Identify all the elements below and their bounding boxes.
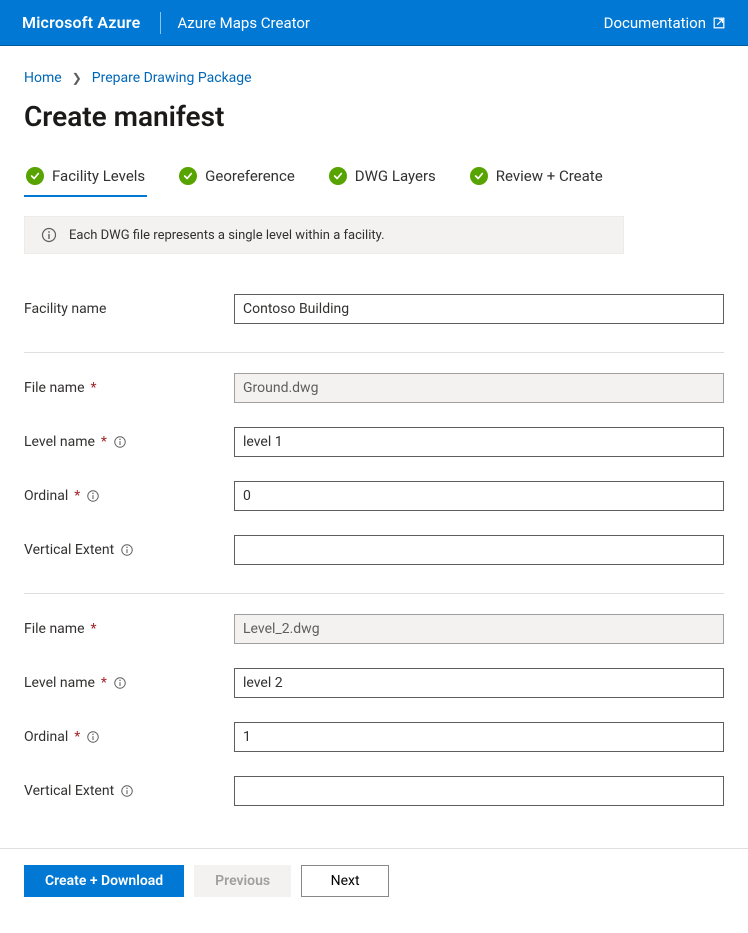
- level-name-label: Level name: [24, 675, 95, 691]
- documentation-link[interactable]: Documentation: [604, 14, 726, 32]
- row-vertical-extent: Vertical Extent: [24, 764, 724, 818]
- check-circle-icon: [470, 167, 488, 185]
- breadcrumb-home[interactable]: Home: [24, 70, 62, 86]
- level-name-input[interactable]: [234, 427, 724, 457]
- tabs: Facility Levels Georeference DWG Layers …: [24, 161, 724, 198]
- ordinal-label: Ordinal: [24, 729, 68, 745]
- info-banner: Each DWG file represents a single level …: [24, 216, 624, 254]
- tab-label: Georeference: [205, 167, 295, 185]
- level-name-input[interactable]: [234, 668, 724, 698]
- footer-bar: Create + Download Previous Next: [0, 848, 748, 919]
- ordinal-input[interactable]: [234, 722, 724, 752]
- check-circle-icon: [26, 167, 44, 185]
- row-level-name: Level name *: [24, 656, 724, 710]
- row-file-name: File name *: [24, 361, 724, 415]
- file-name-input: [234, 373, 724, 403]
- breadcrumb: Home ❯ Prepare Drawing Package: [24, 70, 724, 86]
- required-marker: *: [74, 729, 80, 745]
- level-name-label: Level name: [24, 434, 95, 450]
- required-marker: *: [101, 675, 107, 691]
- file-name-input: [234, 614, 724, 644]
- next-button[interactable]: Next: [301, 865, 389, 897]
- facility-name-input[interactable]: [234, 294, 724, 324]
- tab-label: DWG Layers: [355, 167, 436, 185]
- external-link-icon: [712, 16, 726, 30]
- create-download-button[interactable]: Create + Download: [24, 865, 184, 897]
- tab-georeference[interactable]: Georeference: [177, 161, 297, 197]
- info-icon[interactable]: [86, 489, 100, 503]
- info-icon[interactable]: [120, 543, 134, 557]
- tab-label: Facility Levels: [52, 167, 145, 185]
- vertical-extent-label: Vertical Extent: [24, 783, 114, 799]
- row-facility-name: Facility name: [24, 282, 724, 336]
- file-name-label: File name: [24, 380, 85, 396]
- info-icon[interactable]: [113, 435, 127, 449]
- ordinal-label: Ordinal: [24, 488, 68, 504]
- brand-label: Microsoft Azure: [22, 13, 140, 32]
- info-banner-text: Each DWG file represents a single level …: [69, 228, 385, 243]
- vertical-extent-input[interactable]: [234, 535, 724, 565]
- documentation-label: Documentation: [604, 14, 706, 32]
- page-title: Create manifest: [24, 100, 724, 133]
- chevron-right-icon: ❯: [72, 71, 82, 85]
- info-icon[interactable]: [113, 676, 127, 690]
- row-ordinal: Ordinal *: [24, 469, 724, 523]
- facility-name-label: Facility name: [24, 301, 106, 317]
- divider: [24, 352, 724, 353]
- divider: [24, 593, 724, 594]
- tab-review-create[interactable]: Review + Create: [468, 161, 605, 197]
- topbar-divider: [160, 12, 161, 34]
- file-name-label: File name: [24, 621, 85, 637]
- required-marker: *: [91, 380, 97, 396]
- required-marker: *: [101, 434, 107, 450]
- tab-label: Review + Create: [496, 167, 603, 185]
- vertical-extent-label: Vertical Extent: [24, 542, 114, 558]
- info-icon[interactable]: [86, 730, 100, 744]
- required-marker: *: [74, 488, 80, 504]
- check-circle-icon: [329, 167, 347, 185]
- row-file-name: File name *: [24, 602, 724, 656]
- required-marker: *: [91, 621, 97, 637]
- info-icon[interactable]: [120, 784, 134, 798]
- row-level-name: Level name *: [24, 415, 724, 469]
- tab-dwg-layers[interactable]: DWG Layers: [327, 161, 438, 197]
- row-ordinal: Ordinal *: [24, 710, 724, 764]
- vertical-extent-input[interactable]: [234, 776, 724, 806]
- top-bar: Microsoft Azure Azure Maps Creator Docum…: [0, 0, 748, 46]
- tab-facility-levels[interactable]: Facility Levels: [24, 161, 147, 197]
- info-icon: [41, 227, 57, 243]
- breadcrumb-prepare-drawing-package[interactable]: Prepare Drawing Package: [92, 70, 252, 86]
- previous-button: Previous: [194, 865, 291, 897]
- row-vertical-extent: Vertical Extent: [24, 523, 724, 577]
- product-label: Azure Maps Creator: [177, 14, 310, 32]
- check-circle-icon: [179, 167, 197, 185]
- ordinal-input[interactable]: [234, 481, 724, 511]
